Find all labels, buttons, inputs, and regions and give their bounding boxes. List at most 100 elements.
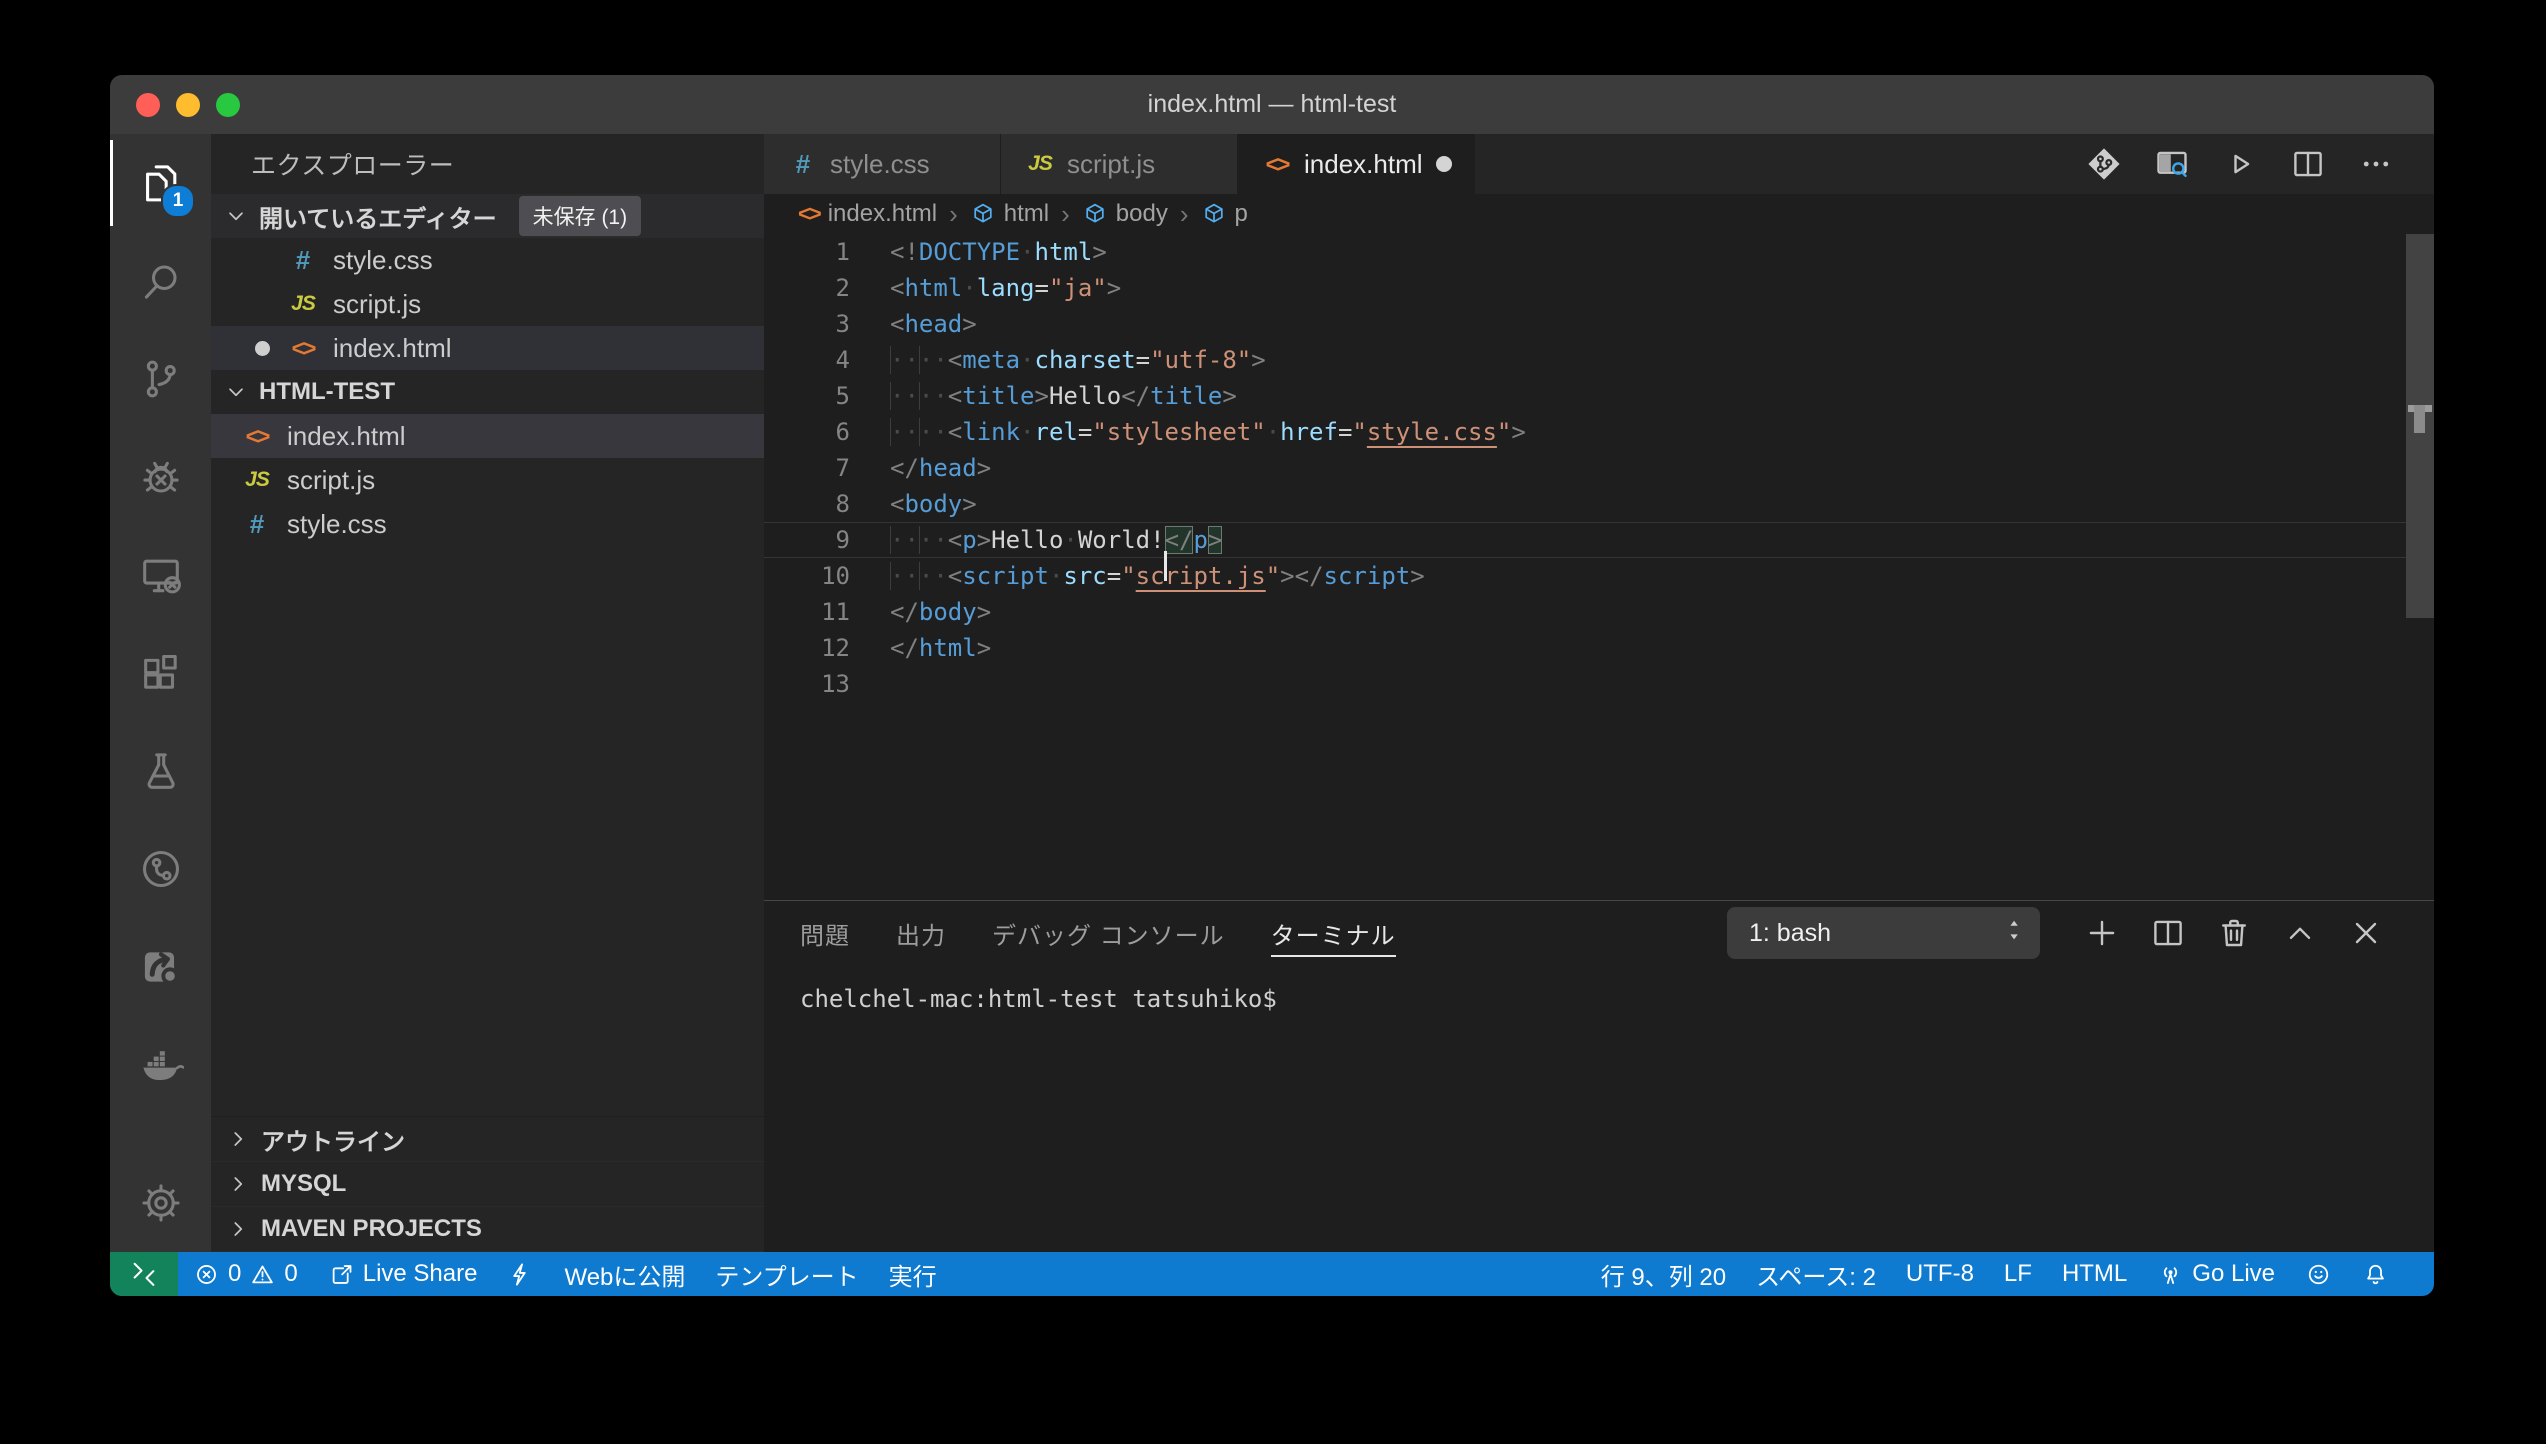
close-window-button[interactable]	[136, 93, 160, 117]
maximize-panel-button[interactable]	[2282, 915, 2318, 951]
symbol-cube-icon	[1201, 201, 1227, 227]
panel-tab-ターミナル[interactable]: ターミナル	[1271, 901, 1396, 965]
activity-item-testing[interactable]	[110, 722, 211, 820]
minimize-window-button[interactable]	[176, 93, 200, 117]
live-share-icon	[328, 1261, 355, 1288]
code-editor[interactable]: 1<!DOCTYPE·html>2<html·lang="ja">3<head>…	[764, 234, 2434, 900]
status-run[interactable]: 実行	[874, 1252, 952, 1296]
breadcrumb-item-p[interactable]: p	[1201, 200, 1248, 228]
code-line-3[interactable]: 3<head>	[764, 306, 2434, 342]
open-editor-item-index.html[interactable]: <>index.html	[211, 326, 764, 370]
status-go-live[interactable]: Go Live	[2142, 1252, 2290, 1296]
code-line-11[interactable]: 11</body>	[764, 594, 2434, 630]
section-label: MAVEN PROJECTS	[261, 1215, 482, 1243]
smiley-icon	[2305, 1261, 2332, 1288]
breadcrumb-item-index.html[interactable]: <>index.html	[798, 200, 937, 228]
breadcrumb-label: html	[1004, 200, 1049, 228]
activity-item-run-debug[interactable]	[110, 428, 211, 526]
status-cursor-position[interactable]: 行 9、列 20	[1586, 1252, 1741, 1296]
close-panel-button[interactable]	[2348, 915, 2384, 951]
activity-item-source-control[interactable]	[110, 330, 211, 428]
bolt-icon	[507, 1261, 534, 1288]
html-file-icon: <>	[798, 201, 820, 227]
sidebar-section-アウトライン[interactable]: アウトライン	[211, 1117, 764, 1162]
line-number: 11	[764, 594, 850, 630]
code-line-10[interactable]: 10····<script·src="script.js"></script>	[764, 558, 2434, 594]
split-terminal-button[interactable]	[2150, 915, 2186, 951]
activity-item-deploy[interactable]	[110, 918, 211, 1016]
code-line-text: <!DOCTYPE·html>	[890, 234, 2434, 270]
sidebar-section-MAVEN PROJECTS[interactable]: MAVEN PROJECTS	[211, 1207, 764, 1252]
status-problems[interactable]: 00	[178, 1252, 313, 1296]
editor-scrollbar[interactable]	[2406, 234, 2434, 900]
panel-controls: 1: bash	[1727, 901, 2434, 965]
tree-item-style.css[interactable]: #style.css	[211, 502, 764, 546]
status-publish-web[interactable]: Webに公開	[549, 1252, 700, 1296]
modified-dot-icon[interactable]	[1436, 156, 1452, 172]
tab-index.html[interactable]: <>index.html	[1238, 134, 1475, 194]
status-language-mode[interactable]: HTML	[2047, 1252, 2142, 1296]
titlebar[interactable]: index.html — html-test	[110, 75, 2434, 134]
status-encoding[interactable]: UTF-8	[1891, 1252, 1989, 1296]
status-indentation[interactable]: スペース: 2	[1741, 1252, 1891, 1296]
panel-tab-問題[interactable]: 問題	[800, 901, 850, 965]
maximize-window-button[interactable]	[216, 93, 240, 117]
symbol-cube-icon	[1082, 201, 1108, 227]
tab-script.js[interactable]: JSscript.js	[1001, 134, 1238, 194]
code-line-7[interactable]: 7</head>	[764, 450, 2434, 486]
split-editor-button[interactable]	[2290, 146, 2326, 182]
panel-tab-出力[interactable]: 出力	[896, 901, 946, 965]
line-number: 8	[764, 486, 850, 522]
run-file-button[interactable]	[2222, 146, 2258, 182]
open-preview-button[interactable]	[2154, 146, 2190, 182]
activity-item-extensions[interactable]	[110, 624, 211, 722]
code-line-text: </head>	[890, 450, 2434, 486]
activity-item-search[interactable]	[110, 232, 211, 330]
open-editors-header[interactable]: 開いているエディター未保存 (1)	[211, 194, 764, 238]
code-line-text: <body>	[890, 486, 2434, 522]
sidebar-section-MYSQL[interactable]: MYSQL	[211, 1162, 764, 1207]
folder-header-html-test[interactable]: HTML-TEST	[211, 370, 764, 414]
code-line-4[interactable]: 4····<meta·charset="utf-8">	[764, 342, 2434, 378]
code-line-6[interactable]: 6····<link·rel="stylesheet"·href="style.…	[764, 414, 2434, 450]
tab-style.css[interactable]: #style.css	[764, 134, 1001, 194]
open-changes-button[interactable]	[2086, 146, 2122, 182]
activity-item-remote-explorer[interactable]	[110, 526, 211, 624]
status-remote[interactable]	[110, 1252, 178, 1296]
code-line-8[interactable]: 8 <body>	[764, 486, 2434, 522]
panel-tab-label: ターミナル	[1271, 916, 1396, 951]
tab-label: style.css	[830, 149, 930, 180]
kill-terminal-button[interactable]	[2216, 915, 2252, 951]
tree-item-index.html[interactable]: <>index.html	[211, 414, 764, 458]
status-template[interactable]: テンプレート	[700, 1252, 873, 1296]
code-line-9[interactable]: 9····<p>Hello·World!</p>	[764, 522, 2434, 558]
status-bolt[interactable]	[492, 1252, 549, 1296]
status-label: Go Live	[2192, 1260, 2275, 1288]
status-live-share[interactable]: Live Share	[313, 1252, 493, 1296]
status-notifications[interactable]	[2347, 1252, 2404, 1296]
code-line-13[interactable]: 13	[764, 666, 2434, 702]
close-icon	[2348, 915, 2384, 951]
status-eol[interactable]: LF	[1989, 1252, 2047, 1296]
new-terminal-button[interactable]	[2084, 915, 2120, 951]
code-line-5[interactable]: 5····<title>Hello</title>	[764, 378, 2434, 414]
open-editor-item-style.css[interactable]: #style.css	[211, 238, 764, 282]
terminal-content[interactable]: chelchel-mac:html-test tatsuhiko$	[764, 965, 2434, 1252]
terminal-shell-selector[interactable]: 1: bash	[1727, 907, 2040, 959]
activity-item-project-manager[interactable]	[110, 820, 211, 918]
code-line-2[interactable]: 2<html·lang="ja">	[764, 270, 2434, 306]
breadcrumb-item-body[interactable]: body	[1082, 200, 1168, 228]
breadcrumb-item-html[interactable]: html	[970, 200, 1049, 228]
code-line-12[interactable]: 12</html>	[764, 630, 2434, 666]
code-line-text: ····<meta·charset="utf-8">	[890, 342, 2434, 378]
code-line-1[interactable]: 1<!DOCTYPE·html>	[764, 234, 2434, 270]
status-feedback[interactable]	[2290, 1252, 2347, 1296]
tree-item-script.js[interactable]: JSscript.js	[211, 458, 764, 502]
window-title: index.html — html-test	[1148, 90, 1397, 119]
activity-item-explorer[interactable]: 1	[110, 134, 211, 232]
more-actions-button[interactable]	[2358, 146, 2394, 182]
panel-tab-デバッグ コンソール[interactable]: デバッグ コンソール	[992, 901, 1225, 965]
open-editor-item-script.js[interactable]: JSscript.js	[211, 282, 764, 326]
activity-item-docker[interactable]	[110, 1016, 211, 1114]
activity-item-manage[interactable]	[110, 1154, 211, 1252]
